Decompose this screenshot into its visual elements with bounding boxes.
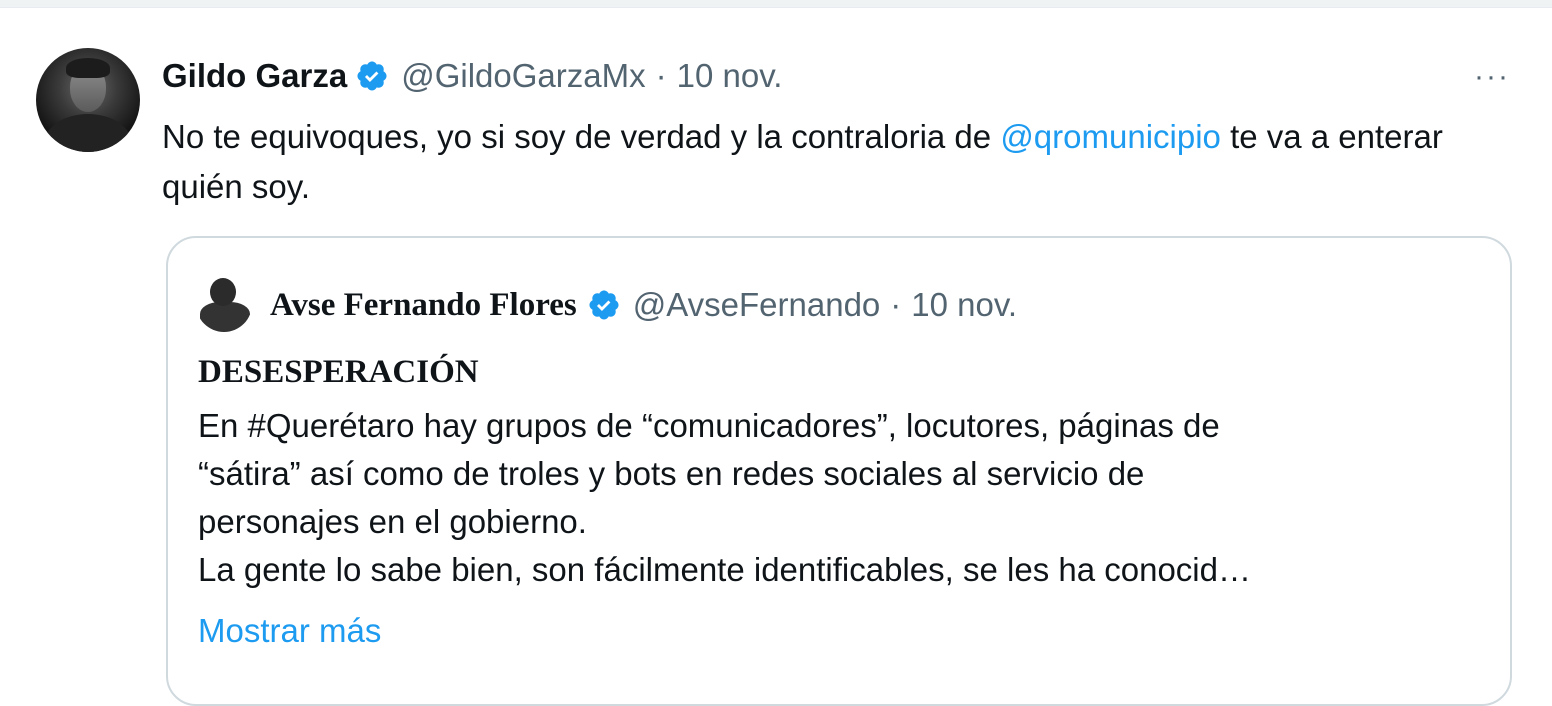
separator-dot: · xyxy=(655,57,667,94)
quoted-title: DESESPERACIÓN xyxy=(198,354,479,390)
show-more-link[interactable]: Mostrar más xyxy=(198,612,381,650)
tweet-date[interactable]: 10 nov. xyxy=(677,57,783,95)
quoted-line: En #Querétaro hay grupos de “comunicador… xyxy=(198,407,1220,444)
quoted-header: Avse Fernando Flores @AvseFernando · 10 … xyxy=(270,280,1017,330)
tweet-text: No te equivoques, yo si soy de verdad y … xyxy=(162,112,1502,212)
more-horizontal-icon[interactable]: ··· xyxy=(1474,60,1510,94)
quoted-line: La gente lo sabe bien, son fácilmente id… xyxy=(198,551,1251,588)
quoted-body: En #Querétaro hay grupos de “comunicador… xyxy=(198,402,1488,594)
avatar[interactable] xyxy=(36,48,140,152)
quoted-handle[interactable]: @AvseFernando xyxy=(633,286,881,324)
top-divider xyxy=(0,0,1552,8)
quoted-display-name[interactable]: Avse Fernando Flores xyxy=(270,287,577,324)
quoted-line: “sátira” así como de troles y bots en re… xyxy=(198,455,1145,492)
verified-badge-icon xyxy=(589,290,619,320)
mention-link[interactable]: @qromunicipio xyxy=(1000,118,1221,155)
display-name[interactable]: Gildo Garza xyxy=(162,57,347,95)
quoted-date[interactable]: 10 nov. xyxy=(911,286,1017,324)
quoted-tweet-card[interactable]: Avse Fernando Flores @AvseFernando · 10 … xyxy=(166,236,1512,706)
tweet-text-before: No te equivoques, yo si soy de verdad y … xyxy=(162,118,1001,155)
verified-badge-icon xyxy=(357,61,387,91)
quoted-line: personajes en el gobierno. xyxy=(198,503,587,540)
quoted-avatar[interactable] xyxy=(196,276,252,332)
handle[interactable]: @GildoGarzaMx xyxy=(401,57,645,95)
tweet[interactable]: Gildo Garza @GildoGarzaMx · 10 nov. ··· … xyxy=(0,8,1552,706)
quoted-separator-dot: · xyxy=(890,286,902,323)
tweet-header: Gildo Garza @GildoGarzaMx · 10 nov. xyxy=(162,54,782,98)
